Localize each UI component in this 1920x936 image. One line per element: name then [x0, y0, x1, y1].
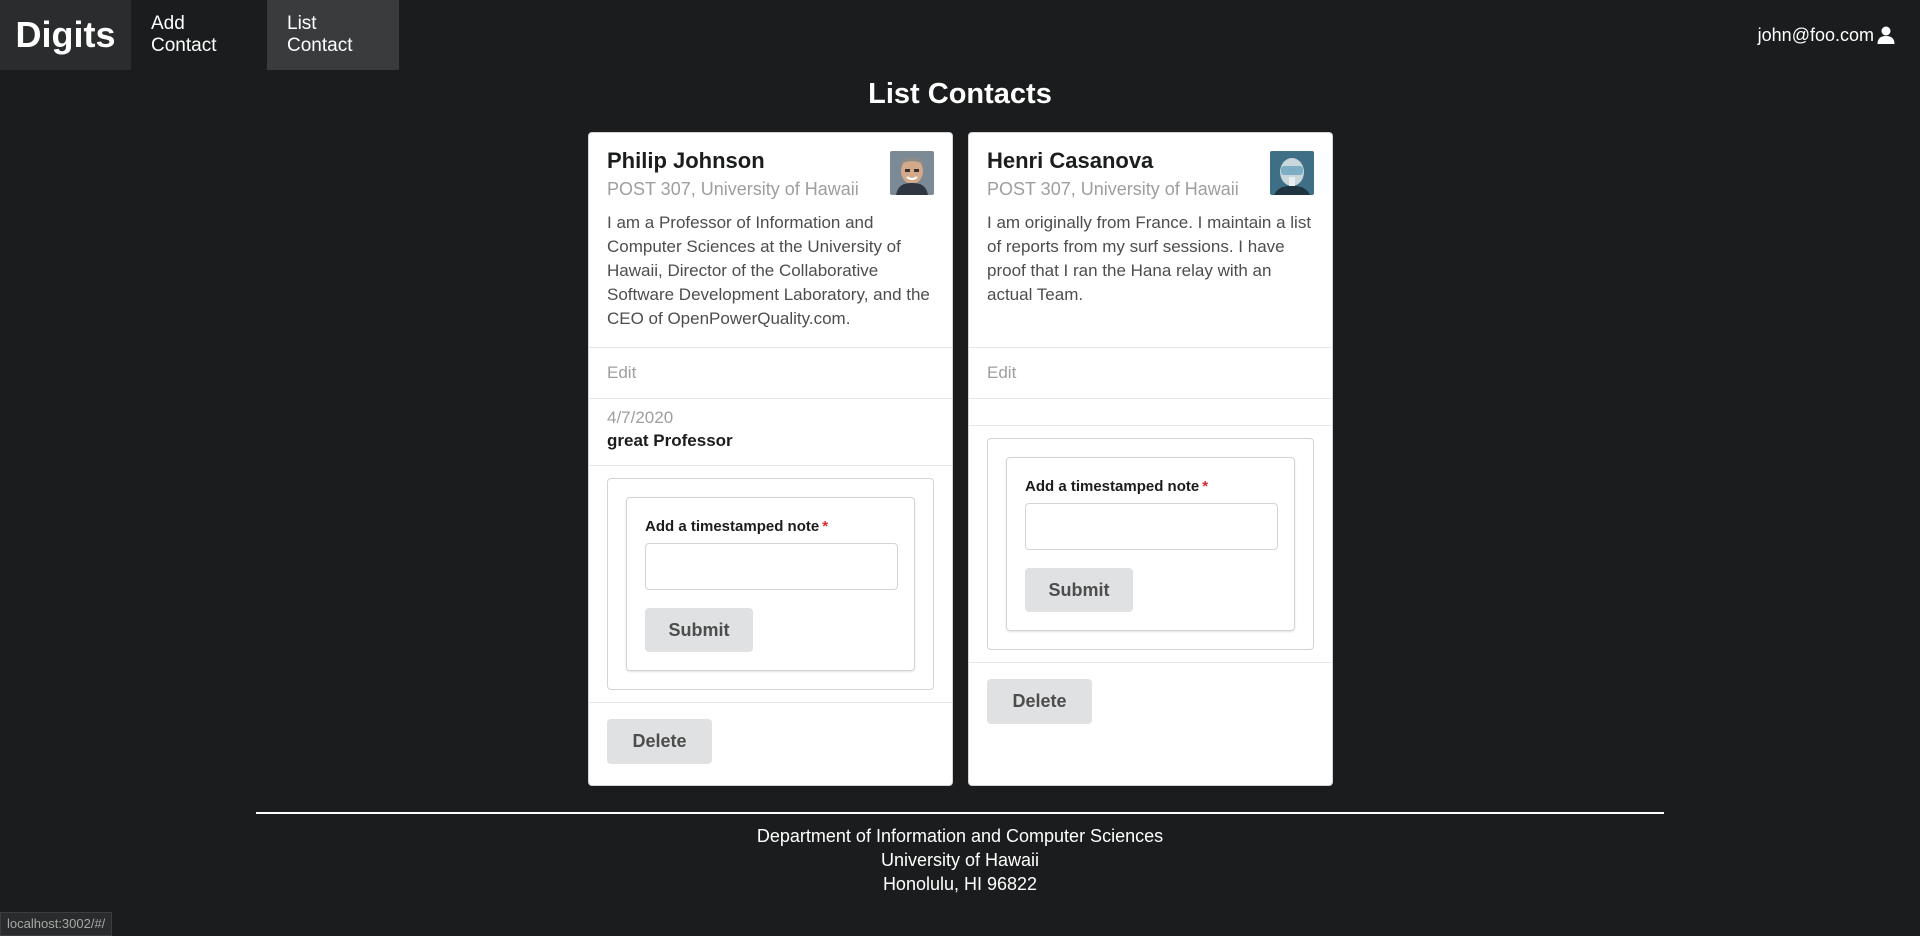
contact-name: Philip Johnson: [607, 148, 765, 173]
user-menu[interactable]: john@foo.com: [1758, 0, 1896, 70]
note-field-label: Add a timestamped note *: [645, 518, 896, 535]
note-text: great Professor: [607, 431, 733, 450]
footer-university: University of Hawaii: [880, 850, 1040, 870]
brand-logo[interactable]: Digits: [0, 0, 131, 70]
card-content: Philip Johnson POST 307, University of H…: [589, 133, 952, 347]
note-date: 4/7/2020: [607, 408, 674, 427]
top-navbar: Digits Add Contact List Contact john@foo…: [0, 0, 1920, 70]
notes-list: [969, 399, 1332, 425]
delete-row: Delete: [969, 663, 1332, 740]
contact-name: Henri Casanova: [987, 148, 1154, 173]
required-mark: *: [1202, 478, 1209, 495]
note-form: Add a timestamped note * Submit: [1006, 457, 1295, 631]
note-input[interactable]: [1025, 503, 1278, 550]
note-form-container: Add a timestamped note * Submit: [987, 438, 1314, 650]
footer: Department of Information and Computer S…: [0, 824, 1920, 896]
footer-address: Honolulu, HI 96822: [882, 874, 1038, 894]
note-form-container: Add a timestamped note * Submit: [607, 478, 934, 690]
contact-description: I am a Professor of Information and Comp…: [607, 213, 930, 328]
submit-button[interactable]: Submit: [1025, 568, 1133, 612]
contact-card: Philip Johnson POST 307, University of H…: [588, 132, 953, 786]
divider: [589, 465, 952, 466]
note-form: Add a timestamped note * Submit: [626, 497, 915, 671]
footer-department: Department of Information and Computer S…: [756, 826, 1164, 846]
note-field-label-text: Add a timestamped note: [1025, 478, 1200, 495]
contact-card: Henri Casanova POST 307, University of H…: [968, 132, 1333, 786]
delete-button[interactable]: Delete: [987, 679, 1092, 724]
delete-button[interactable]: Delete: [607, 719, 712, 764]
edit-link[interactable]: Edit: [589, 348, 952, 398]
edit-link[interactable]: Edit: [969, 348, 1332, 398]
note-field-label: Add a timestamped note *: [1025, 478, 1276, 495]
submit-button[interactable]: Submit: [645, 608, 753, 652]
user-email: john@foo.com: [1757, 24, 1874, 45]
footer-divider: [256, 812, 1664, 814]
contact-address: POST 307, University of Hawaii: [607, 179, 859, 199]
delete-row: Delete: [589, 703, 952, 780]
contact-description: I am originally from France. I maintain …: [987, 213, 1312, 304]
avatar: [1270, 151, 1314, 195]
contact-address: POST 307, University of Hawaii: [987, 179, 1239, 199]
note-input[interactable]: [645, 543, 898, 590]
avatar: [890, 151, 934, 195]
page-title: List Contacts: [868, 78, 1052, 110]
note-field-label-text: Add a timestamped note: [645, 518, 820, 535]
divider: [969, 425, 1332, 426]
card-content: Henri Casanova POST 307, University of H…: [969, 133, 1332, 347]
nav-list-contact[interactable]: List Contact: [267, 0, 399, 70]
nav-add-contact[interactable]: Add Contact: [131, 0, 267, 70]
note-item: 4/7/2020 great Professor: [589, 399, 952, 465]
required-mark: *: [822, 518, 829, 535]
user-icon: [1876, 25, 1896, 45]
browser-status-bar: localhost:3002/#/: [0, 912, 113, 936]
